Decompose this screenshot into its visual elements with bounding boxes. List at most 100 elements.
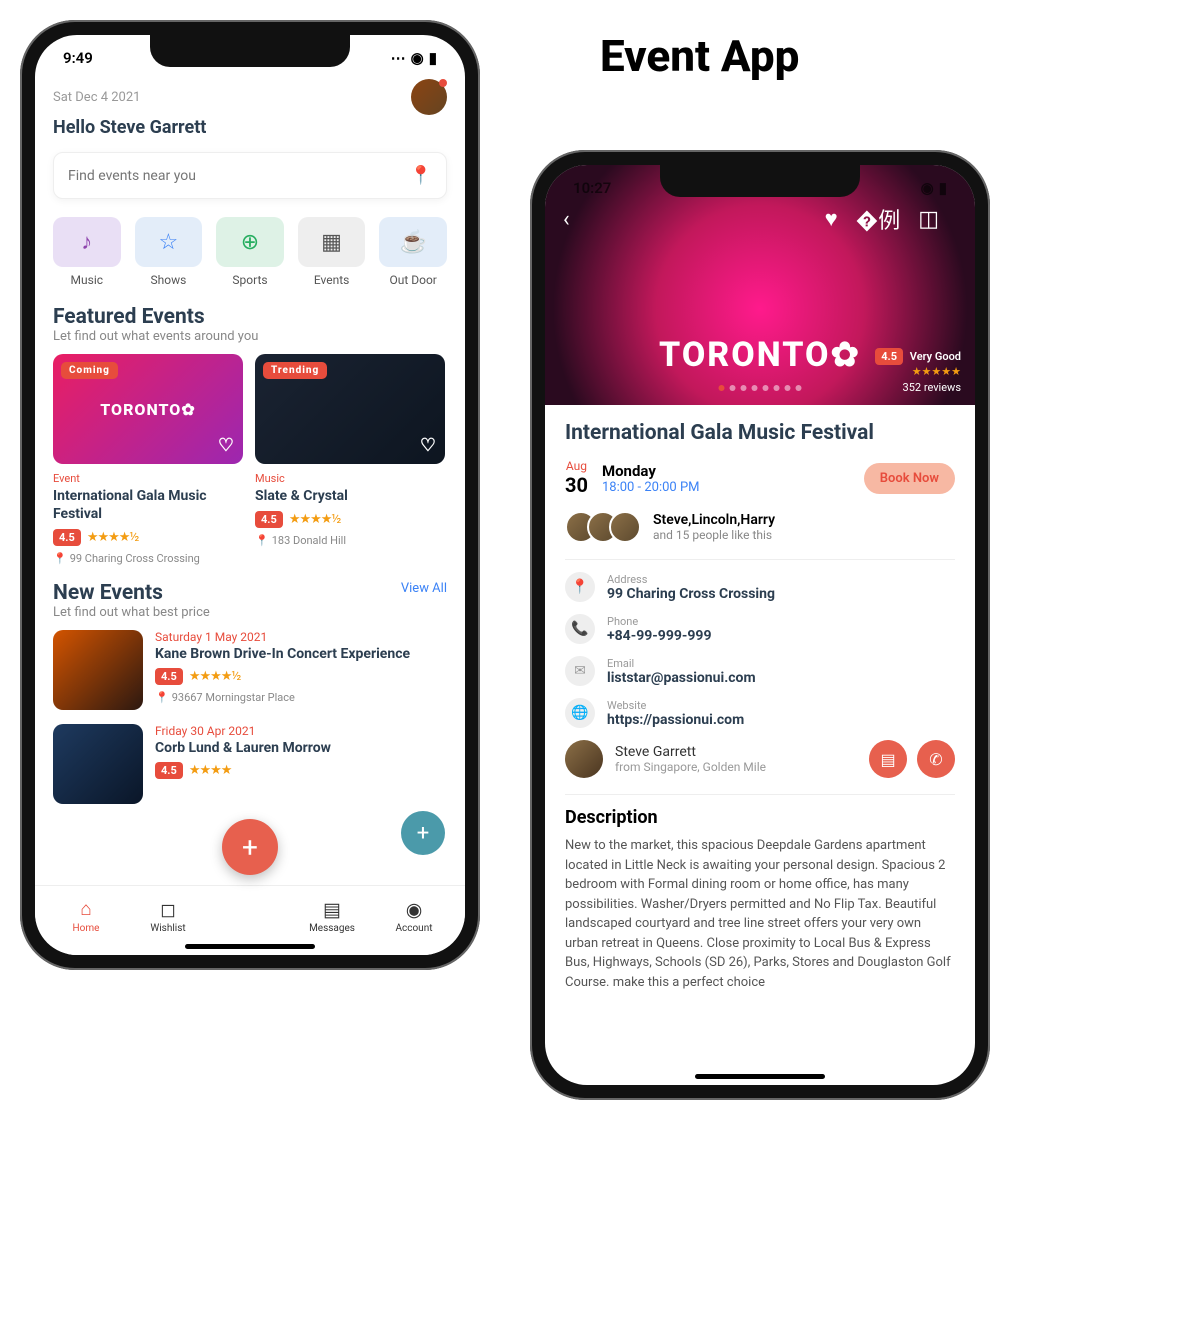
rating-badge: 4.5 — [155, 762, 183, 779]
carousel-dots[interactable] — [719, 385, 802, 391]
dots-icon: ⋯ — [391, 49, 406, 67]
pin-icon: 📍 — [53, 552, 67, 565]
likes-row[interactable]: Steve,Lincoln,Harry and 15 people like t… — [565, 511, 955, 543]
info-row-address[interactable]: 📍 Address 99 Charing Cross Crossing — [565, 572, 955, 602]
event-location: 📍183 Donald Hill — [255, 534, 445, 547]
info-value: liststar@passionui.com — [607, 670, 756, 686]
fab-add[interactable]: + — [222, 819, 278, 875]
new-event-item[interactable]: Friday 30 Apr 2021 Corb Lund & Lauren Mo… — [53, 724, 447, 804]
stars-icon: ★★★★ — [189, 763, 232, 778]
view-all-link[interactable]: View All — [401, 581, 447, 596]
event-card[interactable]: Trending ♡ Music Slate & Crystal 4.5★★★★… — [255, 354, 445, 565]
event-tag: Coming — [61, 362, 118, 379]
tab-label: Wishlist — [150, 923, 185, 934]
info-value: https://passionui.com — [607, 712, 744, 728]
tab-label: Account — [395, 923, 432, 934]
wifi-icon: ◉ — [921, 179, 934, 197]
heart-icon[interactable]: ♡ — [420, 435, 437, 456]
tab-wishlist[interactable]: ◻ Wishlist — [138, 898, 198, 934]
info-label: Email — [607, 657, 756, 670]
current-date: Sat Dec 4 2021 — [53, 90, 140, 105]
home-indicator — [695, 1074, 825, 1079]
new-event-title: Corb Lund & Lauren Morrow — [155, 740, 447, 756]
category-item[interactable]: ▦ Events — [298, 217, 366, 287]
event-card[interactable]: Coming TORONTO✿ ♡ Event International Ga… — [53, 354, 243, 565]
organizer-from: from Singapore, Golden Mile — [615, 760, 766, 774]
category-label: Events — [298, 273, 366, 287]
event-location: 📍99 Charing Cross Crossing — [53, 552, 243, 565]
back-icon[interactable]: ‹ — [563, 207, 570, 232]
category-label: Music — [53, 273, 121, 287]
page-title: Event App — [600, 30, 799, 82]
category-label: Sports — [216, 273, 284, 287]
search-input[interactable] — [68, 168, 410, 184]
info-label: Address — [607, 573, 775, 586]
favorite-icon[interactable]: ♥ — [825, 206, 838, 232]
category-icon: ⊕ — [216, 217, 284, 267]
email-icon: ✉ — [565, 656, 595, 686]
category-item[interactable]: ♪ Music — [53, 217, 121, 287]
greeting: Hello Steve Garrett — [53, 117, 447, 138]
hero-text: TORONTO✿ — [659, 335, 861, 375]
stars-icon: ★★★★½ — [87, 530, 139, 545]
category-item[interactable]: ⊕ Sports — [216, 217, 284, 287]
info-row-website[interactable]: 🌐 Website https://passionui.com — [565, 698, 955, 728]
user-avatar[interactable] — [411, 79, 447, 115]
gallery-icon[interactable]: ◫ — [918, 207, 939, 232]
info-row-email[interactable]: ✉ Email liststar@passionui.com — [565, 656, 955, 686]
event-date: Aug 30 — [565, 459, 588, 497]
description-text: New to the market, this spacious Deepdal… — [565, 836, 955, 992]
tab-label: Messages — [309, 923, 355, 934]
event-time: Monday 18:00 - 20:00 PM — [602, 462, 700, 495]
category-icon: ☕ — [379, 217, 447, 267]
category-icon: ▦ — [298, 217, 366, 267]
hero-rating: 4.5 Very Good ★★★★★ 352 reviews — [875, 349, 961, 395]
new-events-subtitle: Let find out what best price — [53, 605, 210, 620]
messages-icon: ▤ — [302, 898, 362, 921]
stars-icon: ★★★★½ — [189, 669, 241, 684]
pin-icon: 📍 — [255, 534, 269, 547]
notch — [660, 165, 860, 197]
new-event-item[interactable]: Saturday 1 May 2021 Kane Brown Drive-In … — [53, 630, 447, 710]
search-bar[interactable]: 📍 — [53, 152, 447, 199]
category-item[interactable]: ☕ Out Door — [379, 217, 447, 287]
organizer-avatar[interactable] — [565, 740, 603, 778]
new-event-image — [53, 724, 143, 804]
phone-home: 9:49 ⋯ ◉ ▮ Sat Dec 4 2021 Hello Steve Ga… — [20, 20, 480, 970]
event-card-image: Coming TORONTO✿ ♡ — [53, 354, 243, 464]
tab-account[interactable]: ◉ Account — [384, 898, 444, 934]
book-now-button[interactable]: Book Now — [864, 463, 955, 494]
likers-more: and 15 people like this — [653, 528, 775, 542]
event-card-image: Trending ♡ — [255, 354, 445, 464]
call-button[interactable]: ✆ — [917, 740, 955, 778]
home-icon: ⌂ — [56, 897, 116, 921]
event-category: Event — [53, 472, 243, 485]
rating-badge: 4.5 — [255, 511, 283, 528]
fab-secondary[interactable]: + — [401, 811, 445, 855]
rating-badge: 4.5 — [155, 668, 183, 685]
heart-icon[interactable]: ♡ — [218, 435, 235, 456]
tab-messages[interactable]: ▤ Messages — [302, 898, 362, 934]
location-icon[interactable]: 📍 — [410, 165, 432, 186]
event-title: International Gala Music Festival — [53, 487, 243, 523]
info-label: Website — [607, 699, 744, 712]
event-category: Music — [255, 472, 445, 485]
info-row-phone[interactable]: 📞 Phone +84-99-999-999 — [565, 614, 955, 644]
organizer-name: Steve Garrett — [615, 744, 766, 760]
battery-icon: ▮ — [939, 179, 947, 197]
category-item[interactable]: ☆ Shows — [135, 217, 203, 287]
account-icon: ◉ — [384, 898, 444, 921]
tab-home[interactable]: ⌂ Home — [56, 897, 116, 934]
address-icon: 📍 — [565, 572, 595, 602]
share-icon[interactable]: �例 — [856, 203, 901, 235]
status-time: 9:49 — [63, 49, 93, 67]
likers-names: Steve,Lincoln,Harry — [653, 512, 775, 528]
pin-icon: 📍 — [155, 691, 169, 704]
category-label: Shows — [135, 273, 203, 287]
new-event-title: Kane Brown Drive-In Concert Experience — [155, 646, 447, 662]
event-title: International Gala Music Festival — [565, 421, 955, 445]
new-events-heading: New Events — [53, 581, 210, 605]
tab-label: Home — [73, 923, 100, 934]
message-button[interactable]: ▤ — [869, 740, 907, 778]
notch — [150, 35, 350, 67]
